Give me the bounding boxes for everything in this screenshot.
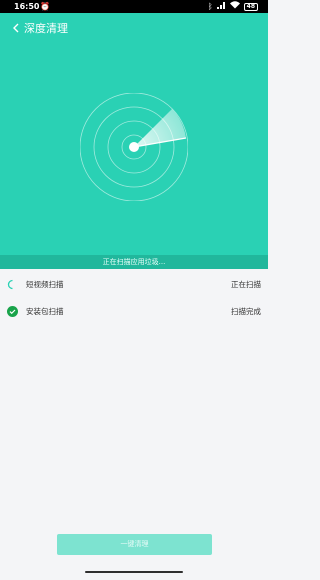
status-time: 16:50 (14, 2, 40, 11)
sim-icon (216, 0, 226, 13)
alarm-clock-icon: ⏰ (40, 2, 50, 11)
check-circle-icon (7, 306, 18, 317)
scan-status-bar: 正在扫描应用垃圾... (0, 255, 268, 269)
battery-icon: 48 (243, 2, 258, 11)
list-item-video-scan: 短视频扫描 正在扫描 (0, 271, 268, 298)
list-item-label: 安装包扫描 (26, 307, 64, 316)
one-click-cleanup-button[interactable]: 一键清理 (57, 534, 212, 555)
loading-spinner-icon (7, 279, 13, 290)
radar-scan-animation (80, 93, 188, 201)
list-item-status: 扫描完成 (231, 307, 261, 316)
list-item-apk-scan: 安装包扫描 扫描完成 (0, 298, 268, 325)
bluetooth-icon: ᛒ (207, 2, 213, 11)
navigation-bar: 深度清理 (0, 13, 268, 43)
home-indicator[interactable] (85, 571, 183, 573)
chevron-left-icon (13, 23, 19, 33)
list-item-label: 短视频扫描 (26, 280, 64, 289)
scan-item-list: 短视频扫描 正在扫描 安装包扫描 扫描完成 (0, 271, 268, 325)
radar-sweep (134, 109, 186, 147)
status-bar: 16:50 ⏰ ᛒ 48 (0, 0, 268, 13)
scan-hero: 深度清理 (0, 13, 268, 255)
radar-center-dot (129, 142, 139, 152)
wifi-icon (229, 0, 240, 13)
list-item-status: 正在扫描 (231, 280, 261, 289)
status-right-icons: ᛒ 48 (208, 0, 258, 13)
back-button[interactable] (0, 13, 20, 43)
page-title: 深度清理 (24, 22, 68, 35)
